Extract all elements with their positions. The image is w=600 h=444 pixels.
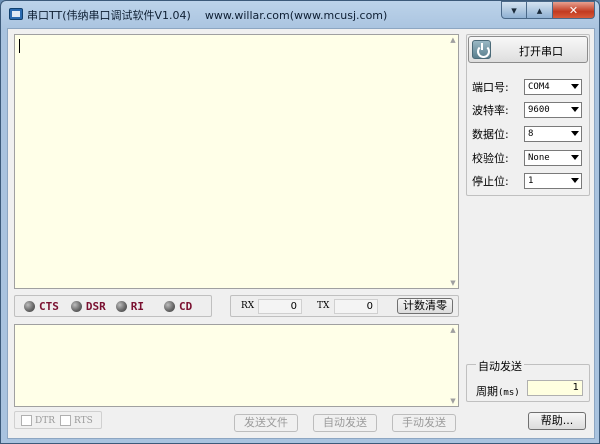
receive-textarea[interactable]: ▲ ▼	[14, 34, 459, 289]
serial-settings-panel: 打开串口 端口号: COM4 波特率: 9600 数据位: 8 校验位: Non…	[466, 34, 590, 196]
chevron-down-icon	[571, 131, 579, 136]
receive-scrollbar[interactable]: ▲ ▼	[448, 35, 458, 288]
client-area: ▲ ▼ CTS DSR RI CD RX 0 TX 0 计数清零 ▲ ▼ DTR…	[7, 28, 595, 439]
led-icon	[164, 300, 175, 312]
chevron-down-icon	[571, 107, 579, 112]
tx-label: TX	[317, 301, 330, 311]
port-select[interactable]: COM4	[524, 79, 582, 95]
rts-checkbox[interactable]: RTS	[60, 415, 93, 426]
send-file-button[interactable]: 发送文件	[234, 414, 298, 432]
scroll-up-icon[interactable]: ▲	[448, 35, 458, 45]
dtr-checkbox[interactable]: DTR	[21, 415, 55, 426]
auto-send-title: 自动发送	[476, 358, 524, 374]
rx-label: RX	[241, 301, 255, 311]
databits-select[interactable]: 8	[524, 126, 582, 142]
website-url: www.willar.com(www.mcusj.com)	[204, 9, 388, 22]
minimize-button[interactable]: ▾	[501, 1, 527, 19]
cts-indicator: CTS	[24, 300, 59, 313]
text-caret	[19, 39, 20, 53]
chevron-down-icon	[571, 155, 579, 160]
databits-label: 数据位:	[472, 128, 509, 141]
stopbits-select[interactable]: 1	[524, 173, 582, 189]
window-title: 串口TT(伟纳串口调试软件V1.04) www.willar.com(www.m…	[27, 9, 388, 22]
led-icon	[115, 300, 127, 312]
help-button[interactable]: 帮助...	[528, 412, 586, 430]
byte-counter-group: RX 0 TX 0 计数清零	[230, 295, 459, 317]
maximize-button[interactable]: ▴	[527, 1, 553, 19]
send-textarea[interactable]: ▲ ▼	[14, 324, 459, 407]
baud-label: 波特率:	[472, 104, 509, 117]
parity-label: 校验位:	[472, 152, 509, 165]
baud-select[interactable]: 9600	[524, 102, 582, 118]
chevron-down-icon	[571, 178, 579, 183]
title-bar[interactable]: 串口TT(伟纳串口调试软件V1.04) www.willar.com(www.m…	[1, 1, 599, 27]
parity-select[interactable]: None	[524, 150, 582, 166]
window-controls: ▾ ▴ ✕	[501, 1, 595, 19]
app-icon	[9, 8, 23, 20]
modem-status-group: CTS DSR RI CD	[14, 295, 212, 317]
scroll-up-icon[interactable]: ▲	[448, 325, 458, 335]
line-control-group: DTR RTS	[14, 411, 102, 429]
maximize-icon: ▴	[536, 3, 543, 17]
manual-send-button[interactable]: 手动发送	[392, 414, 456, 432]
led-icon	[24, 300, 35, 312]
auto-send-button[interactable]: 自动发送	[313, 414, 377, 432]
period-input[interactable]: 1	[527, 380, 583, 396]
scroll-down-icon[interactable]: ▼	[448, 396, 458, 406]
close-button[interactable]: ✕	[553, 1, 595, 19]
minimize-icon: ▾	[511, 3, 517, 17]
cd-indicator: CD	[164, 300, 192, 313]
power-icon	[472, 40, 491, 59]
app-window: 串口TT(伟纳串口调试软件V1.04) www.willar.com(www.m…	[0, 0, 600, 444]
tx-count: 0	[334, 299, 378, 314]
rx-count: 0	[258, 299, 302, 314]
close-icon: ✕	[568, 3, 579, 17]
period-label: 周期(ms)	[476, 385, 520, 398]
scroll-down-icon[interactable]: ▼	[448, 278, 458, 288]
stopbits-label: 停止位:	[472, 175, 509, 188]
led-icon	[70, 300, 82, 312]
dsr-indicator: DSR	[70, 300, 106, 313]
port-label: 端口号:	[472, 81, 509, 94]
clear-count-button[interactable]: 计数清零	[397, 298, 453, 314]
auto-send-group: 自动发送 周期(ms) 1	[466, 358, 590, 402]
chevron-down-icon	[571, 84, 579, 89]
send-scrollbar[interactable]: ▲ ▼	[448, 325, 458, 406]
ri-indicator: RI	[115, 300, 144, 313]
open-port-button[interactable]: 打开串口	[468, 36, 588, 63]
